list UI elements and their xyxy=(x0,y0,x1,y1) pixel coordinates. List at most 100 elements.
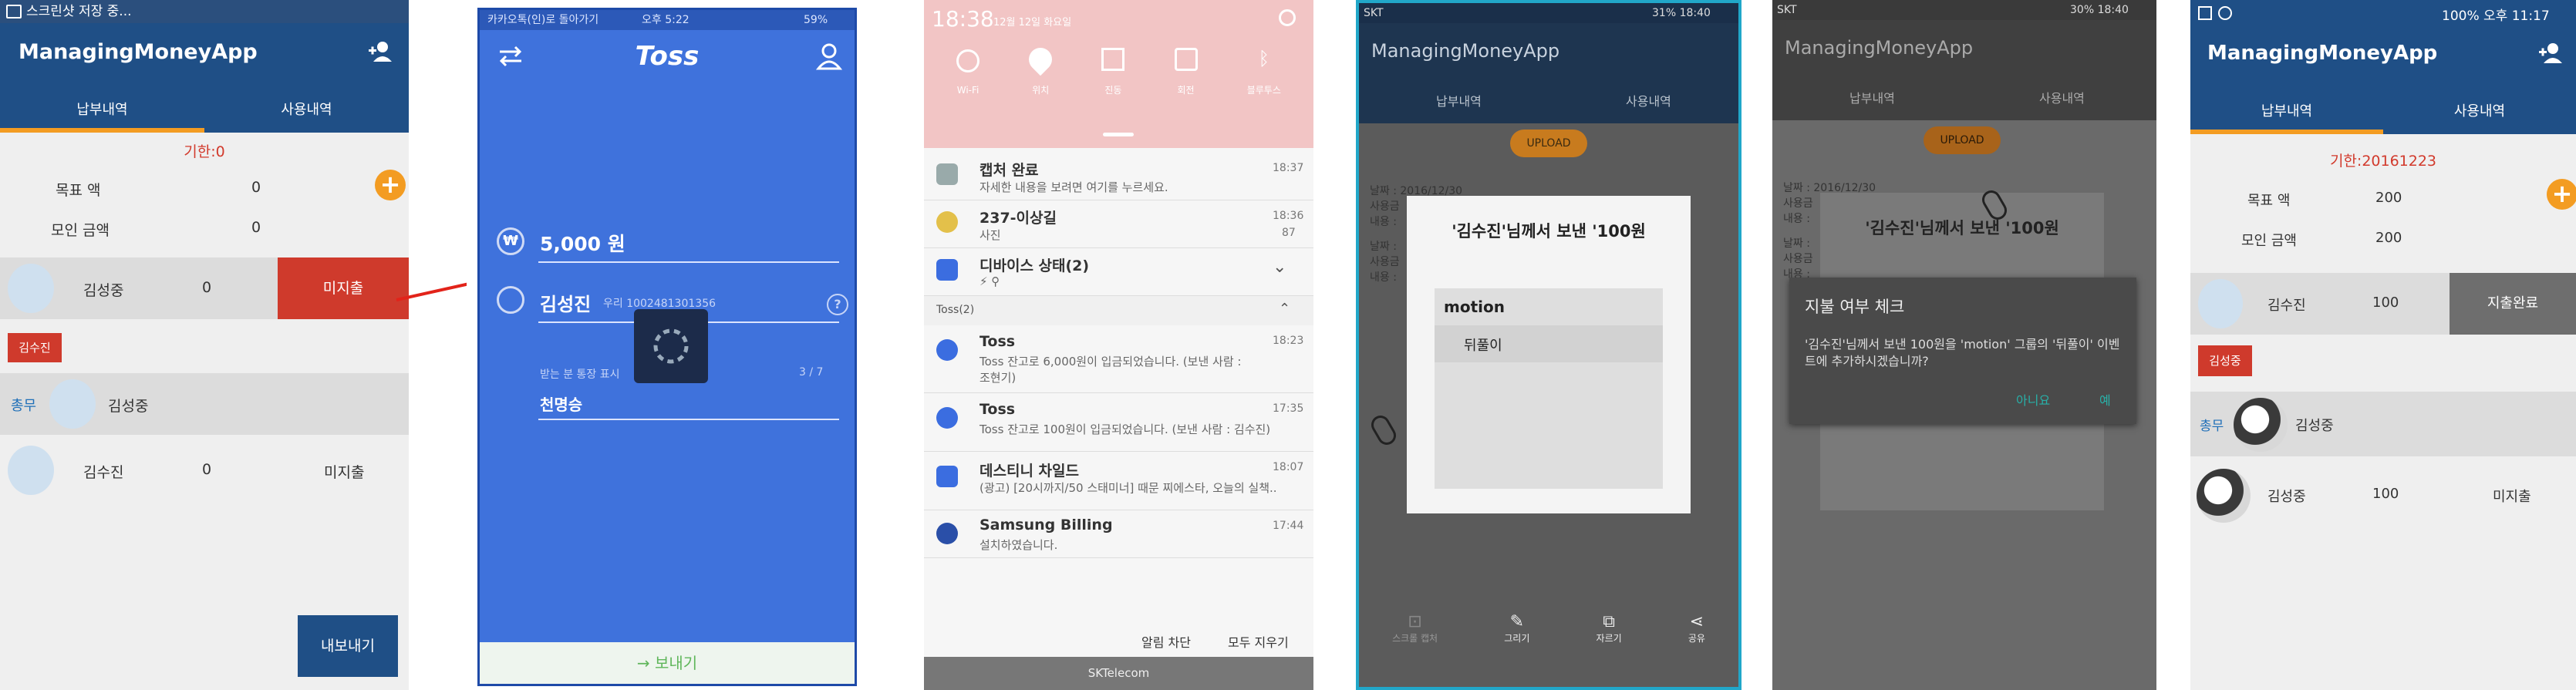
app-title: ManagingMoneyApp xyxy=(19,40,258,64)
notif-title: Toss xyxy=(979,401,1016,418)
notif-title: Samsung Billing xyxy=(979,517,1113,533)
list-item[interactable]: Toss Toss 잔고로 100원이 입금되었습니다. (보낸 사람 : 김수… xyxy=(924,393,1313,452)
toggle-label: 진동 xyxy=(1104,85,1122,96)
goal-value: 200 xyxy=(2375,190,2402,206)
screenshot-actions: ⊡ 스크롤 캡처 ✎ 그리기 ⧉ 자르기 ⋖ 공유 xyxy=(1359,612,1738,645)
block-button[interactable]: 알림 차단 xyxy=(1141,632,1191,651)
draw-button[interactable]: ✎ 그리기 xyxy=(1504,612,1529,645)
group-list: motion 뒤풀이 xyxy=(1435,288,1663,489)
goal-value: 0 xyxy=(251,179,261,196)
member-row[interactable]: 김성중 0 xyxy=(0,257,278,319)
memo-value[interactable]: 천명승 xyxy=(540,392,582,415)
notif-count: 87 xyxy=(1282,227,1296,239)
list-item[interactable]: 디바이스 상태(2) ⚡ ⚲ ⌄ xyxy=(924,248,1313,296)
member-row[interactable]: 김수진 0 미지출 xyxy=(0,439,409,501)
notif-time: 18:07 xyxy=(1273,461,1304,473)
profile-icon[interactable] xyxy=(816,42,842,70)
notif-sub: Toss 잔고로 100원이 입금되었습니다. (보낸 사람 : 김수진) xyxy=(979,422,1271,436)
recipient-icon xyxy=(497,286,524,314)
member-status: 미지출 xyxy=(324,464,365,481)
yes-button[interactable]: 예 xyxy=(2099,390,2111,409)
game-icon xyxy=(936,466,958,487)
member-row[interactable]: 김수진 100 xyxy=(2190,273,2450,335)
list-item[interactable]: Samsung Billing 설치하였습니다. 17:44 xyxy=(924,510,1313,558)
treasurer-name: 김성중 xyxy=(2295,418,2334,434)
event-name: 뒤풀이 xyxy=(1464,338,1502,354)
member-tag[interactable]: 김수진 xyxy=(8,333,62,362)
avatar xyxy=(2197,469,2251,523)
collected-label: 모인 금액 xyxy=(51,222,110,239)
no-button[interactable]: 아니요 xyxy=(2016,390,2050,409)
add-fab-button[interactable]: + xyxy=(2547,179,2576,210)
crop-button[interactable]: ⧉ 자르기 xyxy=(1597,612,1622,645)
treasurer-name: 김성중 xyxy=(108,398,149,415)
send-button[interactable]: → 보내기 xyxy=(480,642,855,684)
gear-icon[interactable] xyxy=(1279,9,1296,26)
quick-toggles: Wi-Fi 위치 진동 회전 ᛒ 블루투스 xyxy=(932,42,1306,96)
unspent-button[interactable]: 미지출 xyxy=(278,257,409,319)
upload-button[interactable]: UPLOAD xyxy=(1924,126,2001,154)
help-icon[interactable]: ? xyxy=(827,294,848,315)
clear-all-button[interactable]: 모두 지우기 xyxy=(1228,632,1289,651)
goal-label: 목표 액 xyxy=(56,182,101,199)
scroll-capture-button[interactable]: ⊡ 스크롤 캡처 xyxy=(1392,612,1438,645)
toggle-location[interactable]: 위치 xyxy=(1024,42,1057,96)
toggle-wifi[interactable]: Wi-Fi xyxy=(956,49,980,96)
member-amount: 100 xyxy=(2372,486,2399,502)
toggle-vibrate[interactable]: 진동 xyxy=(1101,48,1125,96)
member-name: 김성중 xyxy=(83,282,124,299)
tab-deposits[interactable]: 납부내역 xyxy=(1436,91,1482,109)
notif-time: 18:37 xyxy=(1273,162,1304,174)
tab-deposits[interactable]: 납부내역 xyxy=(1849,88,1895,106)
dialog-body: '김수진'님께서 보낸 100원을 'motion' 그룹의 '뒤풀이' 이벤트… xyxy=(1805,337,2120,369)
notif-title: 캡처 완료 xyxy=(979,162,1039,179)
treasurer-label: 총무 xyxy=(2200,419,2224,434)
account-number: 우리 1002481301356 xyxy=(603,298,716,310)
add-person-icon[interactable] xyxy=(367,40,393,63)
group-name[interactable]: motion xyxy=(1444,298,1505,316)
status-left: SKT xyxy=(1364,7,1384,19)
export-button[interactable]: 내보내기 xyxy=(298,615,398,677)
toggle-label: 위치 xyxy=(1032,85,1050,96)
list-item[interactable]: 237-이상길 사진 18:36 87 xyxy=(924,200,1313,248)
share-button[interactable]: ⋖ 공유 xyxy=(1688,612,1705,645)
spent-complete-button[interactable]: 지출완료 xyxy=(2450,273,2576,335)
tab-deposits[interactable]: 납부내역 xyxy=(2190,100,2383,120)
panel-payment-confirm-dialog: SKT 30% 18:40 ManagingMoneyApp 납부내역 사용내역… xyxy=(1772,0,2156,690)
member-amount: 0 xyxy=(202,461,212,478)
tab-expenses[interactable]: 사용내역 xyxy=(1626,91,1671,109)
member-name: 김수진 xyxy=(2267,298,2306,314)
treasurer-row: 총무 김성중 xyxy=(2190,392,2576,456)
toss-screen: 카카오톡(인)로 돌아가기 오후 5:22 59% Toss ₩ 5,000 원… xyxy=(477,8,857,686)
collected-value: 200 xyxy=(2375,230,2402,246)
toggle-rotate[interactable]: 회전 xyxy=(1174,48,1198,96)
drag-handle[interactable] xyxy=(1103,133,1134,136)
add-fab-button[interactable]: + xyxy=(375,170,406,200)
dimmed-title: '김수진'님께서 보낸 '100원 xyxy=(1865,219,2059,237)
tab-deposits[interactable]: 납부내역 xyxy=(0,99,204,119)
notif-title: 237-이상길 xyxy=(979,210,1057,227)
action-label: 공유 xyxy=(1688,633,1705,644)
amount-value[interactable]: 5,000 원 xyxy=(540,229,625,257)
list-item[interactable]: Toss Toss 잔고로 6,000원이 입금되었습니다. (보낸 사람 : … xyxy=(924,325,1313,393)
chevron-down-icon[interactable]: ⌄ xyxy=(1273,257,1286,277)
list-item[interactable]: 캡처 완료 자세한 내용을 보려면 여기를 누르세요. 18:37 xyxy=(924,153,1313,200)
recipient-name[interactable]: 김성진 xyxy=(540,289,591,316)
app-bar: ManagingMoneyApp xyxy=(0,23,409,85)
billing-icon xyxy=(936,523,958,544)
toggle-bluetooth[interactable]: ᛒ 블루투스 xyxy=(1247,48,1281,96)
tab-expenses[interactable]: 사용내역 xyxy=(2039,88,2085,106)
tab-expenses[interactable]: 사용내역 xyxy=(2383,100,2576,120)
status-right: 31% 18:40 xyxy=(1652,7,1711,19)
list-item[interactable]: 뒤풀이 xyxy=(1435,325,1663,362)
list-item[interactable]: 데스티니 차일드 (광고) [20시까지/50 스태미너] 때문 찌에스타, 오… xyxy=(924,452,1313,510)
toggle-label: 회전 xyxy=(1177,85,1195,96)
member-tag[interactable]: 김성중 xyxy=(2198,345,2252,376)
member-row[interactable]: 김성중 100 미지출 xyxy=(2190,463,2576,527)
add-person-icon[interactable] xyxy=(2537,42,2564,65)
notif-title: Toss xyxy=(979,333,1016,350)
tab-expenses[interactable]: 사용내역 xyxy=(204,99,409,119)
chevron-up-icon[interactable]: ⌃ xyxy=(1279,301,1290,317)
collected-label: 모인 금액 xyxy=(2241,233,2297,249)
upload-button[interactable]: UPLOAD xyxy=(1510,130,1587,157)
